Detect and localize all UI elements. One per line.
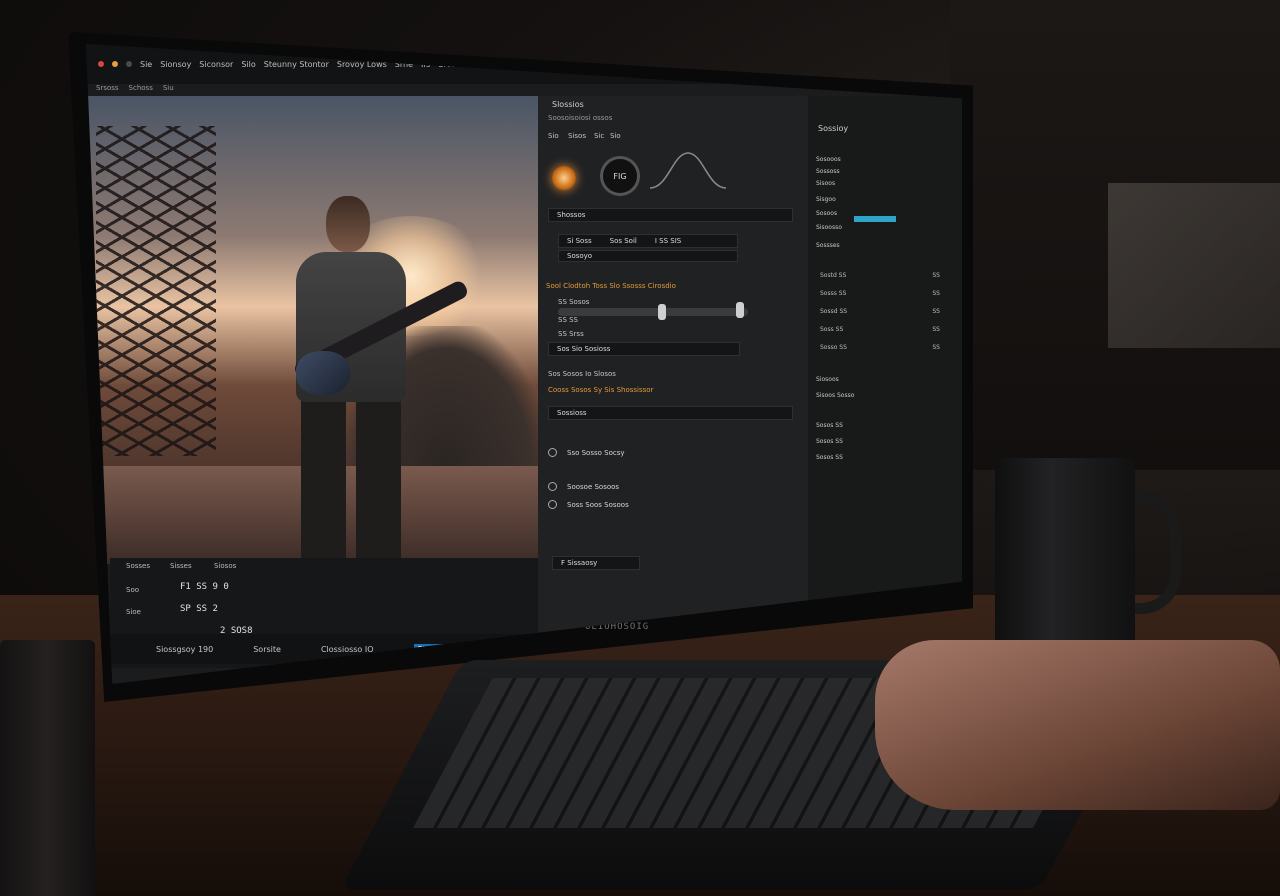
- list-item[interactable]: Sosss SS SS: [820, 290, 940, 297]
- menu-item[interactable]: Sionsoy: [160, 60, 191, 69]
- coffee-mug: [995, 458, 1135, 668]
- inspector-panel: Sossioy Sosooos Sossoss Sisoos Sisgoo So…: [808, 96, 962, 616]
- panel-title: Slossios: [552, 100, 584, 109]
- effect-label: Sool Clodtoh Toss Slo Ssosss Cirosdio: [546, 282, 676, 290]
- slider-label: SS Srss: [558, 330, 584, 338]
- list-item[interactable]: Sossd SS SS: [820, 308, 940, 315]
- panel-tab[interactable]: Sisos: [568, 132, 586, 140]
- gain-knob[interactable]: [552, 166, 576, 190]
- maximize-dot-icon[interactable]: [126, 61, 132, 67]
- pen-cup: [0, 640, 95, 896]
- user-hand: [875, 640, 1280, 810]
- transport-timecode: SP SS 2: [180, 604, 218, 614]
- menu-item[interactable]: Steunny Stontor: [264, 60, 329, 69]
- guitarist-head: [326, 196, 370, 252]
- inspector-row[interactable]: Sosos SS: [816, 422, 843, 429]
- param-value: I SS SIS: [654, 237, 682, 245]
- inspector-row[interactable]: Sossoss: [816, 168, 840, 175]
- inspector-row[interactable]: Sossses: [816, 242, 840, 249]
- panel-tab[interactable]: Sio: [610, 132, 621, 140]
- inspector-row[interactable]: Sosos SS: [816, 438, 843, 445]
- inspector-row[interactable]: Sisoosso: [816, 224, 842, 231]
- panel-tab[interactable]: Sic: [594, 132, 604, 140]
- status-label: Sorsite: [253, 644, 281, 654]
- param-value: Sos Soil: [609, 237, 637, 245]
- menu-item[interactable]: Siconsor: [199, 60, 233, 69]
- panel-tab[interactable]: Sio: [548, 132, 559, 140]
- inspector-row[interactable]: Sisgoo: [816, 196, 836, 203]
- slider-handle[interactable]: [736, 302, 744, 318]
- dropdown[interactable]: F Sissaosy: [552, 556, 640, 570]
- radio-icon[interactable]: [548, 448, 557, 457]
- guitarist-figure: [256, 196, 470, 564]
- level-bar[interactable]: [854, 216, 896, 222]
- inspector-row[interactable]: Sosos SS: [816, 454, 843, 461]
- slider-track[interactable]: [558, 308, 748, 316]
- param-value: Si Soss: [567, 237, 592, 245]
- inspector-row[interactable]: Sisoos: [816, 180, 835, 187]
- slider-handle[interactable]: [658, 304, 666, 320]
- monitor-screen: Sie Sionsoy Siconsor Silo Steunny Stonto…: [86, 44, 962, 684]
- list-item[interactable]: Sosso SS SS: [820, 344, 940, 351]
- menu-item[interactable]: Sie: [140, 60, 152, 69]
- section-header[interactable]: Sossioss: [548, 406, 793, 420]
- close-dot-icon[interactable]: [98, 61, 104, 67]
- info-text: Sos Sosos Io Slosos: [548, 370, 616, 378]
- transport-tab[interactable]: Siosos: [214, 562, 236, 570]
- inspector-row[interactable]: Sisoos Sosso: [816, 392, 854, 399]
- option-row[interactable]: Sso Sosso Socsy: [548, 448, 625, 457]
- option-label: Sso Sosso Socsy: [567, 448, 625, 457]
- dropdown[interactable]: Sos Sio Sosioss: [548, 342, 740, 356]
- list-item[interactable]: Sostd SS SS: [820, 272, 940, 279]
- effects-panel: Slossios Soosoisoiosi ossos Sio Sisos Si…: [538, 96, 808, 656]
- waveform-curve: [649, 152, 727, 189]
- effect-label: Cooss Sosos Sy Sis Shossissor: [548, 386, 654, 394]
- parameter-row[interactable]: Sosoyo: [558, 250, 738, 262]
- status-label: Siossgsoy 190: [156, 644, 214, 654]
- wall-poster: [1108, 183, 1280, 348]
- panel-subtitle: Soosoisoiosi ossos: [548, 114, 613, 122]
- minimize-dot-icon[interactable]: [112, 61, 118, 67]
- option-label: Soss Soos Sosoos: [567, 500, 629, 509]
- option-label: Soosoe Sosoos: [567, 482, 620, 491]
- inspector-row[interactable]: Sosooos: [816, 156, 841, 163]
- transport-tab[interactable]: Sisses: [170, 562, 192, 570]
- radio-icon[interactable]: [548, 500, 557, 509]
- option-row[interactable]: Soosoe Sosoos: [548, 482, 619, 491]
- status-label: Clossiosso IO: [320, 644, 374, 654]
- list-item[interactable]: Soss SS SS: [820, 326, 940, 333]
- inspector-row[interactable]: Sosoos: [816, 210, 837, 217]
- slider-label: SS Sosos: [558, 298, 590, 306]
- slider-label: SS SS: [558, 316, 578, 324]
- industrial-tower: [96, 126, 216, 456]
- inspector-row[interactable]: Siosoos: [816, 376, 839, 383]
- transport-tab[interactable]: Sosses: [126, 562, 150, 570]
- parameter-row[interactable]: Si Soss Sos Soil I SS SIS: [558, 234, 738, 248]
- section-header[interactable]: Shossos: [548, 208, 793, 222]
- video-viewer[interactable]: [86, 96, 538, 564]
- transport-row-label: Sioe: [126, 608, 141, 616]
- knob-label: FIG: [613, 171, 627, 181]
- radio-icon[interactable]: [548, 482, 557, 491]
- guitarist-legs: [301, 396, 401, 564]
- transport-row-label: Soo: [126, 586, 140, 594]
- transport-timecode: F1 SS 9 0: [180, 582, 229, 592]
- option-row[interactable]: Soss Soos Sosoos: [548, 500, 629, 509]
- panel-title: Sossioy: [818, 124, 849, 133]
- guitar-body: [296, 351, 350, 395]
- menu-item[interactable]: Silo: [241, 60, 255, 69]
- filter-knob[interactable]: FIG: [600, 156, 640, 196]
